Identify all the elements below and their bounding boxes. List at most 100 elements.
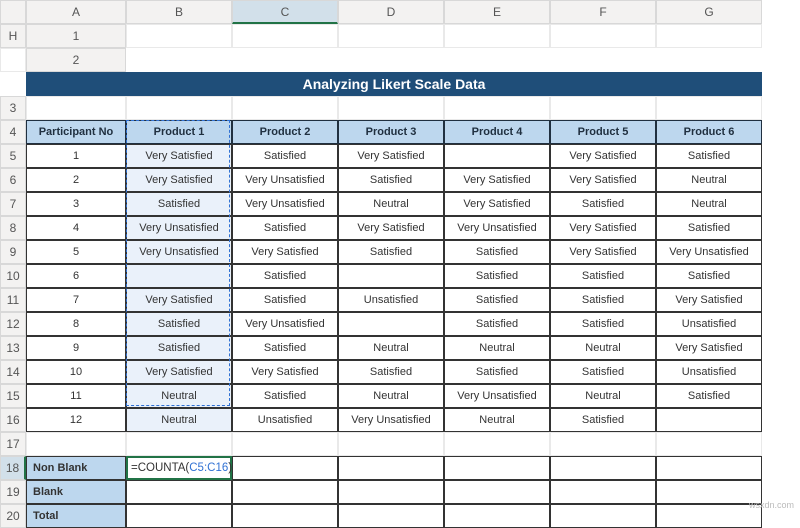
table-header[interactable]: Product 5 <box>550 120 656 144</box>
table-cell[interactable]: Very Satisfied <box>338 144 444 168</box>
row-header-15[interactable]: 15 <box>0 384 26 408</box>
table-cell[interactable]: Satisfied <box>656 144 762 168</box>
table-cell[interactable]: Neutral <box>444 336 550 360</box>
table-cell[interactable]: Satisfied <box>232 288 338 312</box>
empty-cell[interactable] <box>26 96 126 120</box>
summary-cell[interactable] <box>444 480 550 504</box>
table-header[interactable]: Product 1 <box>126 120 232 144</box>
table-cell[interactable]: Satisfied <box>656 264 762 288</box>
table-cell[interactable] <box>656 408 762 432</box>
table-cell[interactable]: Very Satisfied <box>232 360 338 384</box>
table-cell[interactable]: Very Satisfied <box>126 168 232 192</box>
table-cell[interactable]: Very Satisfied <box>550 240 656 264</box>
summary-cell[interactable] <box>232 504 338 528</box>
row-header-1[interactable]: 1 <box>26 24 126 48</box>
table-cell[interactable]: 7 <box>26 288 126 312</box>
row-header-2[interactable]: 2 <box>26 48 126 72</box>
table-cell[interactable]: 12 <box>26 408 126 432</box>
row-header-13[interactable]: 13 <box>0 336 26 360</box>
table-cell[interactable]: Satisfied <box>550 408 656 432</box>
table-cell[interactable]: Satisfied <box>338 240 444 264</box>
row-header-17[interactable]: 17 <box>0 432 26 456</box>
table-cell[interactable]: Satisfied <box>338 360 444 384</box>
summary-cell[interactable] <box>338 456 444 480</box>
table-header[interactable]: Product 2 <box>232 120 338 144</box>
summary-cell[interactable] <box>126 480 232 504</box>
table-cell[interactable]: Very Satisfied <box>550 168 656 192</box>
summary-cell[interactable] <box>338 504 444 528</box>
summary-cell[interactable] <box>550 456 656 480</box>
empty-cell[interactable] <box>232 432 338 456</box>
row-header-6[interactable]: 6 <box>0 168 26 192</box>
empty-cell[interactable] <box>126 96 232 120</box>
row-header-8[interactable]: 8 <box>0 216 26 240</box>
table-cell[interactable]: Neutral <box>338 384 444 408</box>
row-header-16[interactable]: 16 <box>0 408 26 432</box>
table-cell[interactable]: 2 <box>26 168 126 192</box>
table-header[interactable]: Product 6 <box>656 120 762 144</box>
empty-cell[interactable] <box>444 96 550 120</box>
table-cell[interactable]: 5 <box>26 240 126 264</box>
empty-cell[interactable] <box>550 24 656 48</box>
col-header-E[interactable]: E <box>444 0 550 24</box>
summary-cell[interactable] <box>338 480 444 504</box>
summary-cell[interactable] <box>444 456 550 480</box>
table-cell[interactable]: Satisfied <box>444 240 550 264</box>
empty-cell[interactable] <box>232 96 338 120</box>
table-cell[interactable]: Very Satisfied <box>656 288 762 312</box>
empty-cell[interactable] <box>550 432 656 456</box>
table-cell[interactable]: Very Satisfied <box>444 192 550 216</box>
table-cell[interactable]: Satisfied <box>444 360 550 384</box>
table-cell[interactable]: Very Satisfied <box>338 216 444 240</box>
table-cell[interactable]: Neutral <box>338 192 444 216</box>
table-cell[interactable]: Very Satisfied <box>126 360 232 384</box>
table-cell[interactable]: Satisfied <box>232 264 338 288</box>
table-cell[interactable] <box>338 264 444 288</box>
formula-edit-cell[interactable]: =COUNTA(C5:C16) <box>126 456 232 480</box>
summary-cell[interactable] <box>656 480 762 504</box>
empty-cell[interactable] <box>338 432 444 456</box>
summary-label[interactable]: Total <box>26 504 126 528</box>
table-cell[interactable] <box>126 264 232 288</box>
empty-cell[interactable] <box>656 432 762 456</box>
table-cell[interactable]: Very Unsatisfied <box>338 408 444 432</box>
table-header[interactable]: Product 4 <box>444 120 550 144</box>
table-cell[interactable]: Very Unsatisfied <box>232 312 338 336</box>
empty-cell[interactable] <box>126 432 232 456</box>
table-cell[interactable]: Very Satisfied <box>444 168 550 192</box>
table-cell[interactable]: Very Unsatisfied <box>232 192 338 216</box>
empty-cell[interactable] <box>338 24 444 48</box>
table-cell[interactable]: Satisfied <box>232 336 338 360</box>
empty-cell[interactable] <box>0 48 26 72</box>
empty-cell[interactable] <box>656 24 762 48</box>
table-cell[interactable]: Neutral <box>656 168 762 192</box>
row-header-10[interactable]: 10 <box>0 264 26 288</box>
table-cell[interactable]: Satisfied <box>550 192 656 216</box>
summary-cell[interactable] <box>232 456 338 480</box>
summary-label[interactable]: Blank <box>26 480 126 504</box>
row-header-7[interactable]: 7 <box>0 192 26 216</box>
table-cell[interactable]: Satisfied <box>444 312 550 336</box>
table-cell[interactable]: Satisfied <box>444 288 550 312</box>
empty-cell[interactable] <box>232 24 338 48</box>
summary-label[interactable]: Non Blank <box>26 456 126 480</box>
row-header-4[interactable]: 4 <box>0 120 26 144</box>
table-cell[interactable]: Very Satisfied <box>550 144 656 168</box>
table-cell[interactable]: Satisfied <box>232 216 338 240</box>
table-cell[interactable]: Very Satisfied <box>656 336 762 360</box>
table-cell[interactable]: Neutral <box>444 408 550 432</box>
col-header-C[interactable]: C <box>232 0 338 24</box>
table-cell[interactable]: Very Satisfied <box>232 240 338 264</box>
table-cell[interactable]: Neutral <box>656 192 762 216</box>
table-cell[interactable]: 1 <box>26 144 126 168</box>
table-cell[interactable]: Very Satisfied <box>550 216 656 240</box>
col-header-G[interactable]: G <box>656 0 762 24</box>
table-cell[interactable]: Very Satisfied <box>126 144 232 168</box>
row-header-11[interactable]: 11 <box>0 288 26 312</box>
table-header[interactable]: Participant No <box>26 120 126 144</box>
table-cell[interactable]: Satisfied <box>232 144 338 168</box>
table-cell[interactable]: 9 <box>26 336 126 360</box>
table-cell[interactable]: Unsatisfied <box>232 408 338 432</box>
row-header-3[interactable]: 3 <box>0 96 26 120</box>
table-cell[interactable]: Neutral <box>550 384 656 408</box>
